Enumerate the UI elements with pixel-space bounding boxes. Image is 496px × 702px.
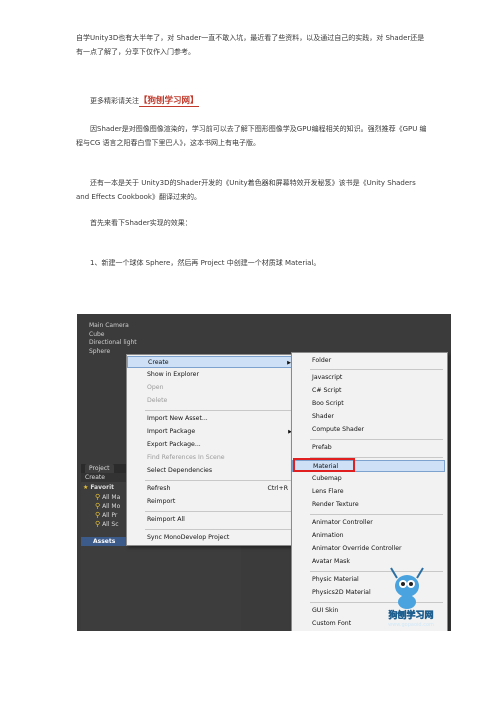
submenu-animator-override[interactable]: Animator Override Controller <box>292 543 445 555</box>
menu-label: Import Package <box>147 428 196 435</box>
menu-reimport-all[interactable]: Reimport All <box>127 514 296 526</box>
search-icon: ⚲ <box>95 502 101 510</box>
menu-label: Import New Asset... <box>147 415 208 422</box>
search-icon: ⚲ <box>95 493 101 501</box>
menu-open: Open <box>127 382 296 394</box>
menu-label: Animation <box>312 532 344 539</box>
menu-label: Boo Script <box>312 400 344 407</box>
project-tab[interactable]: Project <box>85 464 114 473</box>
submenu-compute-shader[interactable]: Compute Shader <box>292 424 445 436</box>
submenu-shader[interactable]: Shader <box>292 411 445 423</box>
submenu-animator-controller[interactable]: Animator Controller <box>292 517 445 529</box>
menu-label: Folder <box>312 357 332 364</box>
menu-separator <box>310 514 443 515</box>
menu-find-references: Find References In Scene <box>127 452 296 464</box>
menu-label: Export Package... <box>147 441 201 448</box>
follow-text: 更多精彩请关注 <box>90 97 139 105</box>
effect-intro: 首先来看下Shader实现的效果： <box>90 219 192 227</box>
menu-label: Delete <box>147 397 168 404</box>
menu-label: Render Texture <box>312 501 359 508</box>
menu-separator <box>145 529 293 530</box>
favorites-label: Favorit <box>90 484 115 491</box>
menu-separator <box>310 439 443 440</box>
menu-export-package[interactable]: Export Package... <box>127 439 296 451</box>
hierarchy-item[interactable]: Directional light <box>89 339 137 348</box>
menu-sync-monodevelop[interactable]: Sync MonoDevelop Project <box>127 532 296 544</box>
menu-label: Physic Material <box>312 576 359 583</box>
search-icon: ⚲ <box>95 511 101 519</box>
watermark-text: 狗刨学习网 <box>388 609 433 621</box>
favorite-label: All Pr <box>102 512 118 519</box>
menu-show-in-explorer[interactable]: Show in Explorer <box>127 369 296 381</box>
menu-label: C# Script <box>312 387 342 394</box>
hierarchy-item[interactable]: Main Camera <box>89 322 137 331</box>
menu-delete: Delete <box>127 395 296 407</box>
menu-label: Reimport All <box>147 516 185 523</box>
menu-label: Compute Shader <box>312 426 365 433</box>
step-one: 1、新建一个球体 Sphere，然后再 Project 中创建一个材质球 Mat… <box>90 259 321 267</box>
menu-label: Animator Controller <box>312 519 373 526</box>
menu-import-package[interactable]: Import Package ▶ <box>127 426 296 438</box>
menu-label: Reimport <box>147 498 176 505</box>
search-icon: ⚲ <box>95 520 101 528</box>
favorite-label: All Ma <box>102 494 121 501</box>
intro-paragraph: 自学Unity3D也有大半年了，对 Shader一直不敢入坑，最近看了些资料，以… <box>76 34 425 56</box>
menu-label: Refresh <box>147 485 171 492</box>
unity-screenshot: Main Camera Cube Directional light Spher… <box>77 314 451 631</box>
menu-separator <box>145 410 293 411</box>
favorite-item[interactable]: ⚲ All Sc <box>95 519 119 530</box>
menu-label: Find References In Scene <box>147 454 225 461</box>
menu-select-dependencies[interactable]: Select Dependencies <box>127 465 296 477</box>
watermark-logo: 狗刨学习网 www.gopaoid.com <box>388 567 434 628</box>
menu-label: Lens Flare <box>312 488 344 495</box>
prereq-paragraph: 因Shader是对图像图像渲染的，学习前可以去了解下图形图像学及GPU编程相关的… <box>76 125 427 147</box>
watermark-url: www.gopaoid.com <box>388 622 434 628</box>
submenu-javascript[interactable]: Javascript <box>292 372 445 384</box>
follow-line: 更多精彩请关注【狗刨学习网】 <box>76 94 428 108</box>
menu-label: Animator Override Controller <box>312 545 402 552</box>
menu-label: Shader <box>312 413 334 420</box>
create-dropdown[interactable]: Create <box>85 474 105 481</box>
menu-label: GUI Skin <box>312 607 339 614</box>
menu-label: Select Dependencies <box>147 467 213 474</box>
context-menu: Create ▶ Show in Explorer Open Delete Im… <box>126 354 299 546</box>
menu-label: Sync MonoDevelop Project <box>147 534 230 541</box>
submenu-cubemap[interactable]: Cubemap <box>292 473 445 485</box>
menu-label: Prefab <box>312 444 332 451</box>
menu-label: Custom Font <box>312 620 352 627</box>
menu-reimport[interactable]: Reimport <box>127 496 296 508</box>
menu-separator <box>145 480 293 481</box>
hierarchy-list: Main Camera Cube Directional light Spher… <box>89 322 137 356</box>
submenu-csharp[interactable]: C# Script <box>292 385 445 397</box>
assets-label: Assets <box>93 538 116 545</box>
submenu-render-texture[interactable]: Render Texture <box>292 499 445 511</box>
site-link[interactable]: 【狗刨学习网】 <box>139 96 199 107</box>
menu-label: Open <box>147 384 164 391</box>
submenu-folder[interactable]: Folder <box>292 355 445 367</box>
menu-label: Avatar Mask <box>312 558 350 565</box>
menu-create[interactable]: Create ▶ <box>127 356 296 368</box>
submenu-animation[interactable]: Animation <box>292 530 445 542</box>
menu-label: Physics2D Material <box>312 589 371 596</box>
favorite-label: All Mo <box>102 503 121 510</box>
book-paragraph: 还有一本是关于 Unity3D的Shader开发的《Unity着色器和屏幕特效开… <box>76 179 416 201</box>
submenu-lens-flare[interactable]: Lens Flare <box>292 486 445 498</box>
submenu-boo[interactable]: Boo Script <box>292 398 445 410</box>
menu-label: Cubemap <box>312 475 342 482</box>
submenu-prefab[interactable]: Prefab <box>292 442 445 454</box>
menu-refresh[interactable]: Refresh Ctrl+R <box>127 483 296 495</box>
shortcut-label: Ctrl+R <box>267 485 289 492</box>
menu-label: Show in Explorer <box>147 371 200 378</box>
menu-label: Create <box>148 359 169 366</box>
menu-import-new-asset[interactable]: Import New Asset... <box>127 413 296 425</box>
favorite-label: All Sc <box>102 521 119 528</box>
highlight-box <box>293 458 355 472</box>
menu-separator <box>310 369 443 370</box>
menu-label: Javascript <box>312 374 343 381</box>
menu-separator <box>145 511 293 512</box>
hierarchy-item[interactable]: Cube <box>89 331 137 340</box>
star-icon: ★ <box>83 484 89 491</box>
